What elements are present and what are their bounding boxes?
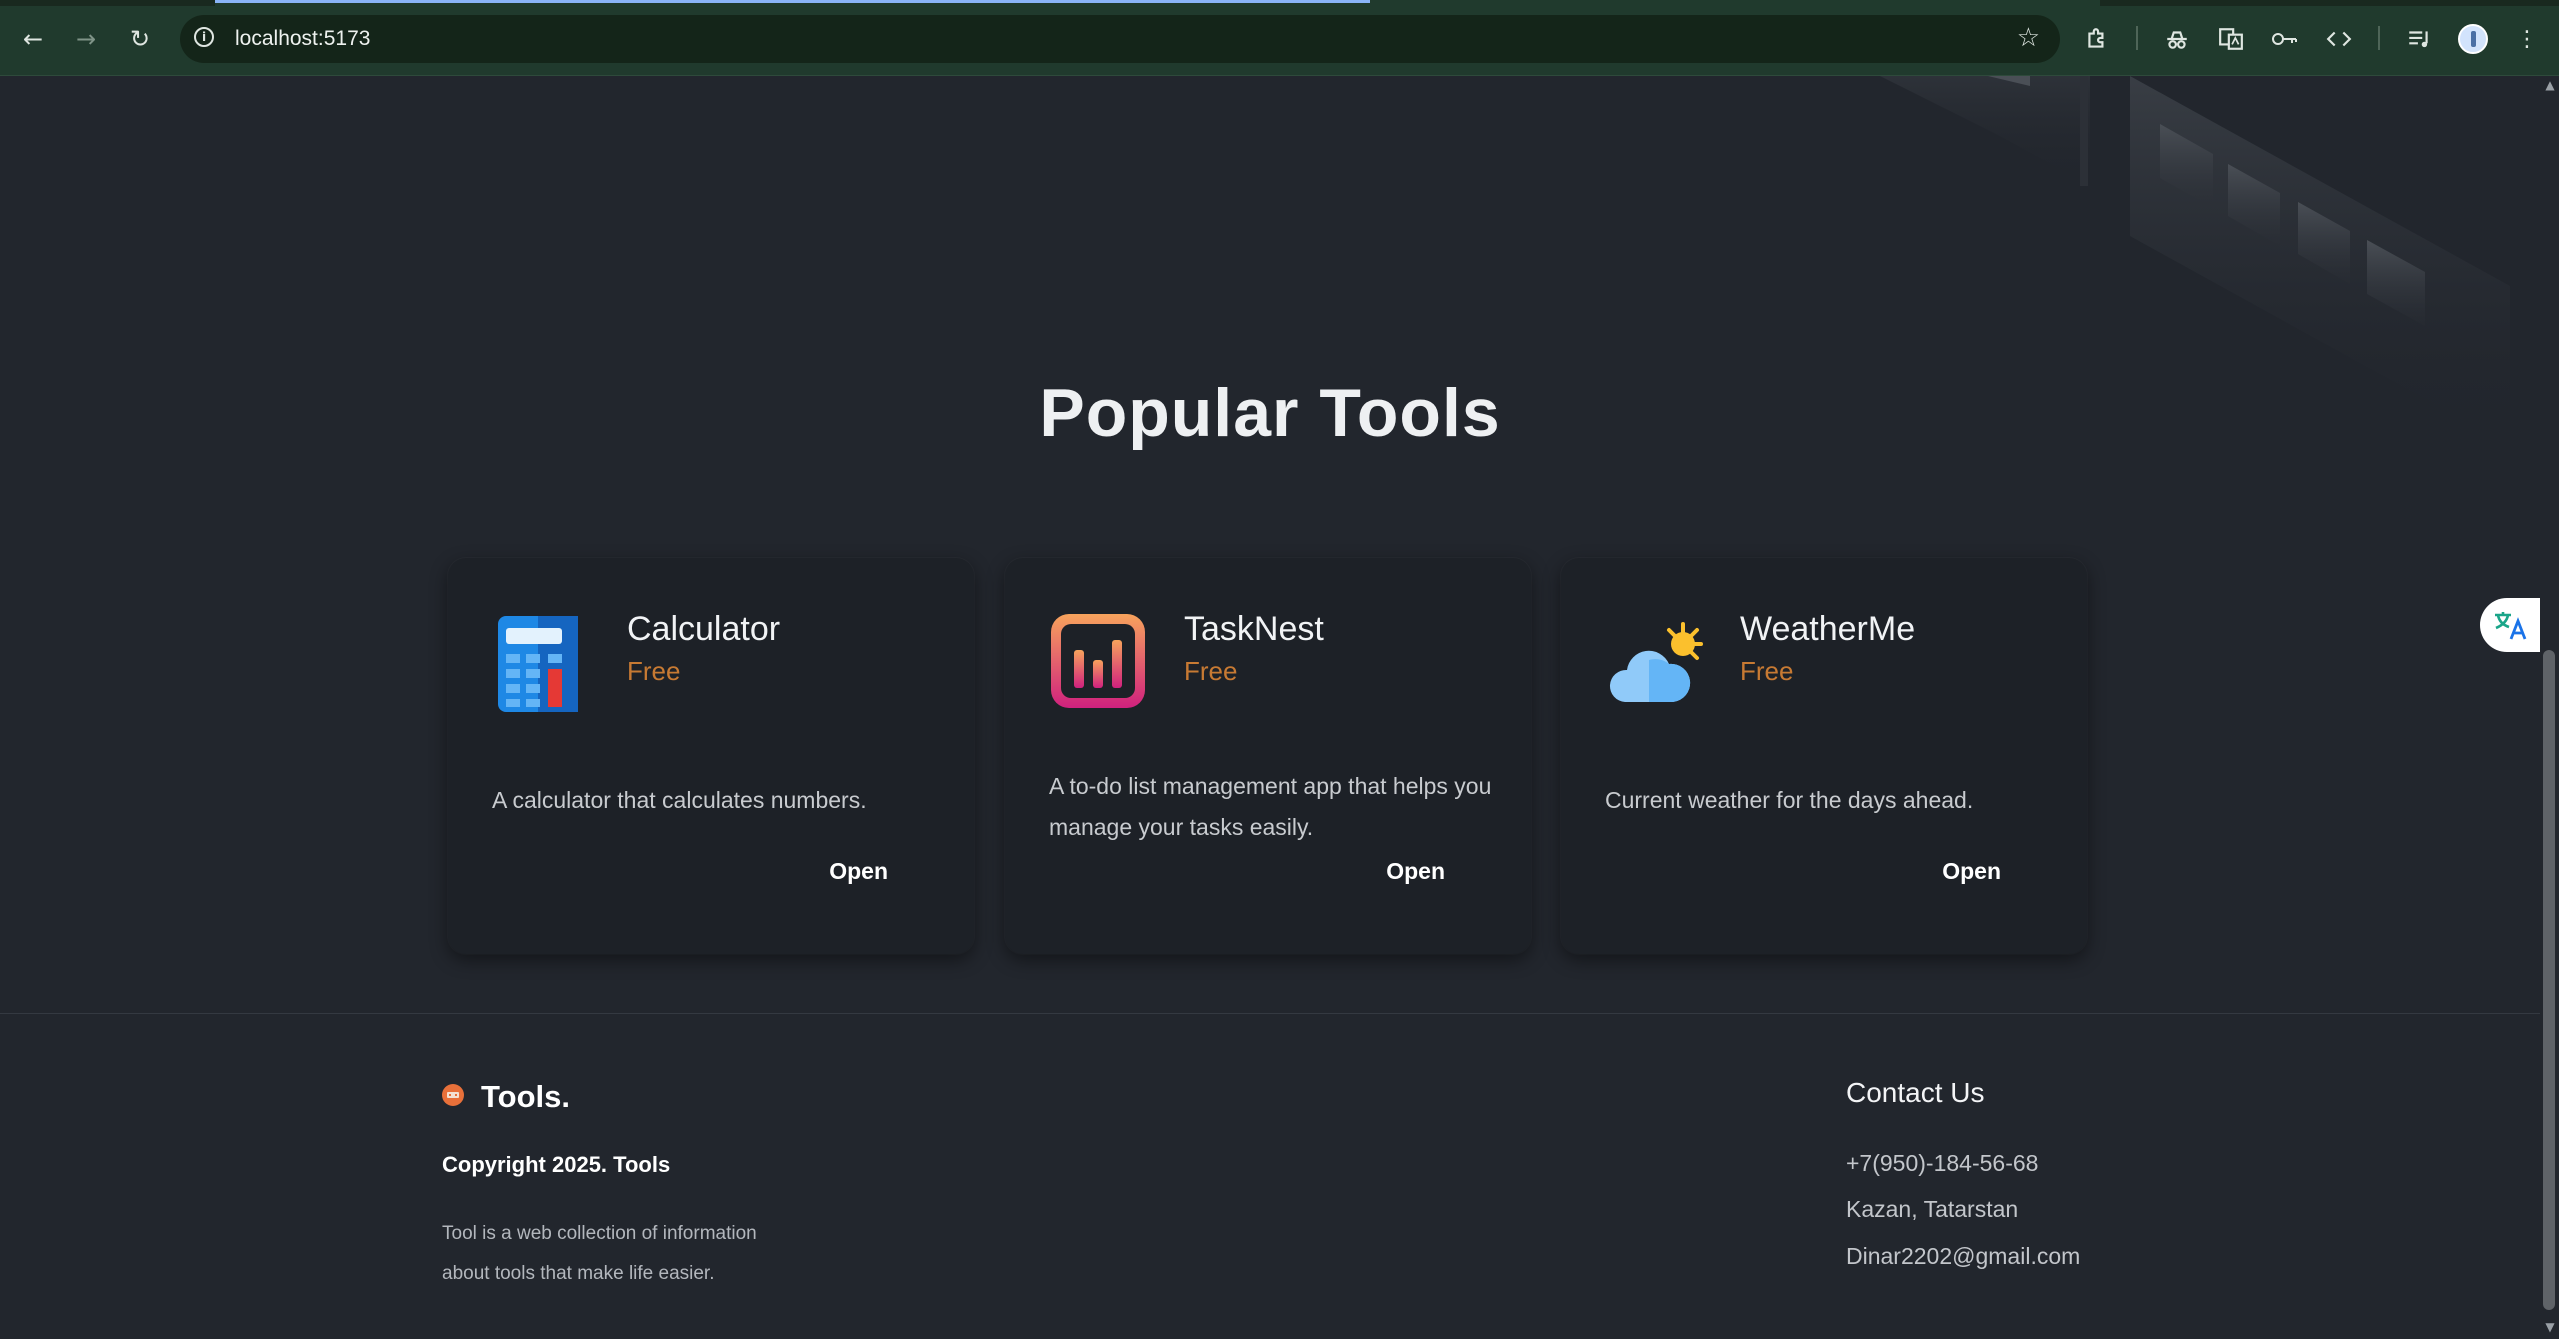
translate-icon — [2495, 612, 2527, 640]
tools-logo-icon — [442, 1084, 464, 1106]
reload-button[interactable]: ↻ — [121, 20, 159, 58]
extensions-icon[interactable] — [2080, 22, 2114, 56]
media-queue-icon[interactable] — [2402, 22, 2436, 56]
forward-arrow-icon: → — [75, 25, 97, 53]
toolbar-separator — [2378, 26, 2380, 50]
scroll-up-icon[interactable]: ▲ — [2542, 78, 2558, 92]
tool-price: Free — [1184, 656, 1238, 686]
contact-email: Dinar2202@gmail.com — [1846, 1243, 2081, 1269]
tool-price: Free — [1740, 656, 1794, 686]
tool-description: A calculator that calculates numbers. — [492, 787, 867, 813]
page-content: Popular Tools Calculator Free A calculat… — [0, 76, 2540, 1339]
about-text: Tool is a web collection of information … — [442, 1223, 757, 1284]
copyright: Copyright 2025. Tools — [442, 1152, 671, 1177]
section-title: Popular Tools — [1039, 375, 1501, 451]
password-key-icon[interactable] — [2268, 22, 2302, 56]
tab-strip — [2100, 0, 2559, 6]
browser-toolbar: ← → ↻ i localhost:5173 ☆ ⋮ — [0, 0, 2559, 76]
scroll-down-icon[interactable]: ▼ — [2542, 1320, 2558, 1334]
bookmark-star-icon[interactable]: ☆ — [2017, 23, 2040, 53]
address-bar[interactable]: i localhost:5173 ☆ — [180, 15, 2060, 63]
tool-name: TaskNest — [1184, 610, 1324, 648]
incognito-icon[interactable] — [2160, 22, 2194, 56]
page-scrollbar-thumb[interactable] — [2543, 650, 2555, 1310]
back-button[interactable]: ← — [14, 20, 52, 58]
tool-card-calculator[interactable]: Calculator Free A calculator that calcul… — [448, 558, 974, 954]
tool-description: Current weather for the days ahead. — [1605, 787, 1974, 813]
reload-icon: ↻ — [129, 25, 151, 53]
tool-name: WeatherMe — [1740, 610, 1916, 648]
browser-menu-icon[interactable]: ⋮ — [2510, 22, 2544, 56]
tool-card-weatherme[interactable]: WeatherMe Free Current weather for the d… — [1561, 558, 2087, 954]
translate-page-icon[interactable] — [2214, 22, 2248, 56]
tool-name: Calculator — [627, 610, 781, 648]
back-arrow-icon: ← — [22, 25, 44, 53]
translate-floating-button[interactable] — [2480, 598, 2542, 652]
code-icon[interactable] — [2322, 22, 2356, 56]
contact-location: Kazan, Tatarstan — [1846, 1196, 2019, 1222]
page-load-progress — [215, 0, 1370, 3]
open-button[interactable]: Open — [829, 858, 888, 885]
toolbar-separator — [2136, 26, 2138, 50]
tool-description: A to-do list management app that helps y… — [1049, 773, 1492, 840]
footer-divider — [0, 1013, 2540, 1014]
forward-button[interactable]: → — [67, 20, 105, 58]
address-url[interactable]: localhost:5173 — [235, 27, 370, 51]
open-button[interactable]: Open — [1386, 858, 1445, 885]
tool-card-tasknest[interactable]: TaskNest Free A to-do list management ap… — [1005, 558, 1531, 954]
profile-avatar[interactable] — [2458, 24, 2488, 54]
tool-price: Free — [627, 656, 681, 686]
site-info-icon[interactable]: i — [194, 27, 214, 47]
contact-title: Contact Us — [1846, 1077, 1985, 1108]
tab-strip — [0, 0, 215, 6]
weather-cloud-sun-icon — [1609, 622, 1703, 702]
open-button[interactable]: Open — [1942, 858, 2001, 885]
footer-logo[interactable]: Tools. — [481, 1079, 570, 1115]
tasknest-chart-icon — [1051, 614, 1145, 708]
contact-phone: +7(950)-184-56-68 — [1846, 1150, 2039, 1176]
calculator-icon — [498, 616, 578, 712]
